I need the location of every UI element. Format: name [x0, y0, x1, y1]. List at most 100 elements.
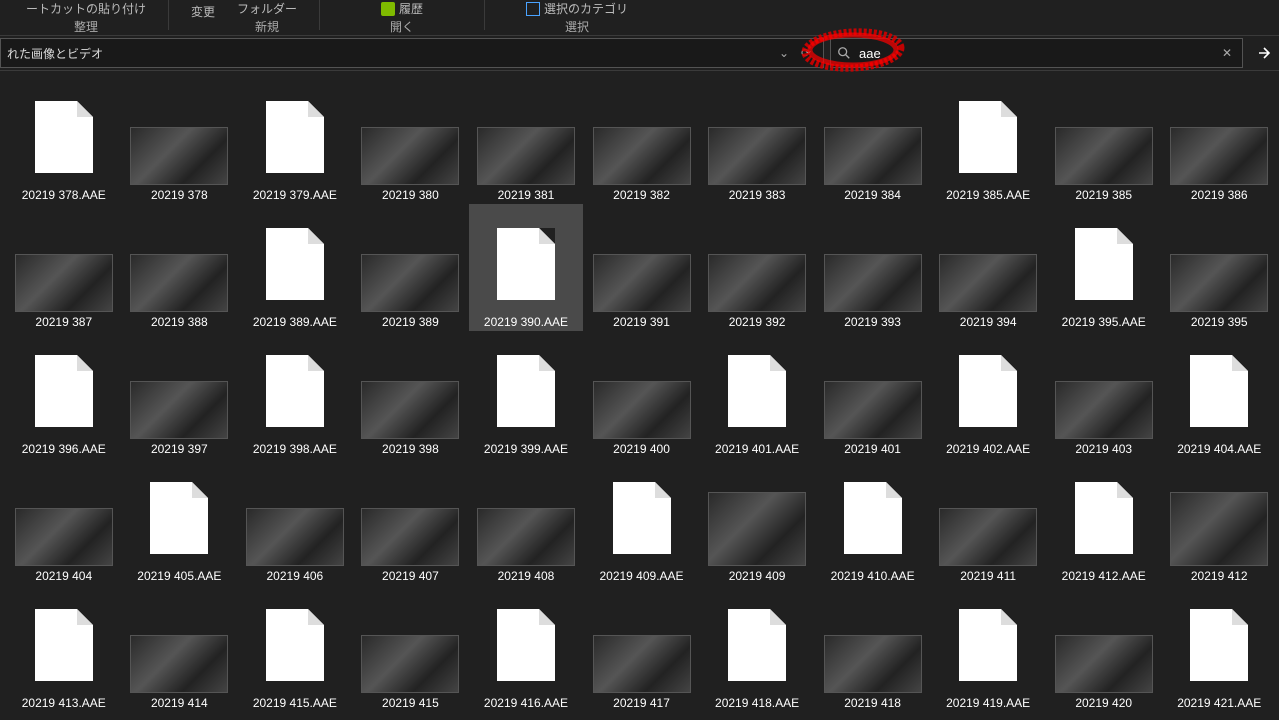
file-item[interactable]: 20219 398	[354, 331, 468, 458]
file-name: 20219 408	[498, 569, 555, 583]
file-item[interactable]: 20219 380	[354, 77, 468, 204]
file-item[interactable]: 20219 387	[7, 204, 121, 331]
file-item[interactable]: 20219 401	[816, 331, 930, 458]
file-item[interactable]: 20219 389	[354, 204, 468, 331]
file-item[interactable]: 20219 398.AAE	[238, 331, 352, 458]
file-item[interactable]: 20219 383	[700, 77, 814, 204]
file-name: 20219 394	[960, 315, 1017, 329]
file-item[interactable]: 20219 421.AAE	[1162, 585, 1276, 712]
ribbon-separator	[484, 0, 485, 30]
file-item[interactable]: 20219 381	[469, 77, 583, 204]
file-name: 20219 395.AAE	[1062, 315, 1146, 329]
ribbon-folder[interactable]: フォルダー	[237, 0, 297, 17]
ribbon-select-category[interactable]: 選択のカテゴリ	[526, 0, 628, 17]
file-item[interactable]: 20219 419.AAE	[931, 585, 1045, 712]
file-item[interactable]: 20219 404.AAE	[1162, 331, 1276, 458]
ribbon-paste-shortcut[interactable]: ートカットの貼り付け	[26, 0, 146, 17]
file-item[interactable]: 20219 409	[700, 458, 814, 585]
ribbon-history[interactable]: 履歴	[381, 0, 423, 17]
file-item[interactable]: 20219 412	[1162, 458, 1276, 585]
file-item[interactable]: 20219 408	[469, 458, 583, 585]
image-thumbnail	[593, 381, 691, 439]
file-item[interactable]: 20219 399.AAE	[469, 331, 583, 458]
file-item[interactable]: 20219 404	[7, 458, 121, 585]
file-name: 20219 417	[613, 696, 670, 710]
file-name: 20219 399.AAE	[484, 442, 568, 456]
address-bar[interactable]: れた画像とビデオ ⌄ ⟳	[0, 38, 824, 68]
file-name: 20219 404	[35, 569, 92, 583]
file-item[interactable]: 20219 378.AAE	[7, 77, 121, 204]
file-item[interactable]: 20219 413.AAE	[7, 585, 121, 712]
file-item[interactable]: 20219 397	[123, 331, 237, 458]
search-box[interactable]: ✕	[830, 38, 1243, 68]
file-item[interactable]: 20219 407	[354, 458, 468, 585]
file-name: 20219 420	[1075, 696, 1132, 710]
file-icon	[266, 609, 324, 681]
file-item[interactable]: 20219 411	[931, 458, 1045, 585]
file-item[interactable]: 20219 414	[123, 585, 237, 712]
file-item[interactable]: 20219 394	[931, 204, 1045, 331]
file-grid[interactable]: 20219 378.AAE20219 37820219 379.AAE20219…	[0, 71, 1279, 720]
file-item[interactable]: 20219 418.AAE	[700, 585, 814, 712]
image-thumbnail	[708, 254, 806, 312]
ribbon-change[interactable]: 変更	[191, 3, 215, 20]
file-item[interactable]: 20219 390.AAE	[469, 204, 583, 331]
file-item[interactable]: 20219 385	[1047, 77, 1161, 204]
file-icon	[728, 609, 786, 681]
file-name: 20219 384	[844, 188, 901, 202]
file-name: 20219 413.AAE	[22, 696, 106, 710]
file-icon	[1190, 609, 1248, 681]
file-name: 20219 401	[844, 442, 901, 456]
file-item[interactable]: 20219 412.AAE	[1047, 458, 1161, 585]
refresh-icon[interactable]: ⟳	[795, 46, 817, 60]
file-item[interactable]: 20219 416.AAE	[469, 585, 583, 712]
file-name: 20219 378	[151, 188, 208, 202]
file-item[interactable]: 20219 385.AAE	[931, 77, 1045, 204]
file-item[interactable]: 20219 410.AAE	[816, 458, 930, 585]
search-input[interactable]	[857, 45, 1218, 62]
chevron-down-icon[interactable]: ⌄	[773, 46, 795, 60]
file-item[interactable]: 20219 379.AAE	[238, 77, 352, 204]
file-item[interactable]: 20219 395	[1162, 204, 1276, 331]
file-name: 20219 400	[613, 442, 670, 456]
file-item[interactable]: 20219 386	[1162, 77, 1276, 204]
file-item[interactable]: 20219 384	[816, 77, 930, 204]
file-item[interactable]: 20219 409.AAE	[585, 458, 699, 585]
file-name: 20219 412	[1191, 569, 1248, 583]
file-item[interactable]: 20219 393	[816, 204, 930, 331]
file-item[interactable]: 20219 405.AAE	[123, 458, 237, 585]
file-item[interactable]: 20219 389.AAE	[238, 204, 352, 331]
file-item[interactable]: 20219 391	[585, 204, 699, 331]
file-item[interactable]: 20219 396.AAE	[7, 331, 121, 458]
address-bar-row: れた画像とビデオ ⌄ ⟳ ✕	[0, 35, 1279, 71]
file-item[interactable]: 20219 418	[816, 585, 930, 712]
file-item[interactable]: 20219 415.AAE	[238, 585, 352, 712]
file-item[interactable]: 20219 392	[700, 204, 814, 331]
image-thumbnail	[593, 127, 691, 185]
image-thumbnail	[593, 635, 691, 693]
search-go-button[interactable]	[1249, 38, 1279, 68]
ribbon-label-open: 開く	[390, 18, 414, 35]
file-item[interactable]: 20219 400	[585, 331, 699, 458]
image-thumbnail	[824, 635, 922, 693]
image-thumbnail	[1055, 127, 1153, 185]
file-item[interactable]: 20219 402.AAE	[931, 331, 1045, 458]
image-thumbnail	[593, 254, 691, 312]
file-item[interactable]: 20219 382	[585, 77, 699, 204]
file-item[interactable]: 20219 395.AAE	[1047, 204, 1161, 331]
file-item[interactable]: 20219 403	[1047, 331, 1161, 458]
file-name: 20219 392	[729, 315, 786, 329]
clear-search-icon[interactable]: ✕	[1218, 46, 1236, 60]
file-icon	[1190, 355, 1248, 427]
file-item[interactable]: 20219 420	[1047, 585, 1161, 712]
file-item[interactable]: 20219 388	[123, 204, 237, 331]
file-icon	[959, 101, 1017, 173]
file-item[interactable]: 20219 415	[354, 585, 468, 712]
image-thumbnail	[246, 508, 344, 566]
file-name: 20219 418.AAE	[715, 696, 799, 710]
file-item[interactable]: 20219 406	[238, 458, 352, 585]
ribbon-group-open: 履歴 開く	[324, 0, 480, 35]
file-item[interactable]: 20219 378	[123, 77, 237, 204]
file-item[interactable]: 20219 401.AAE	[700, 331, 814, 458]
file-item[interactable]: 20219 417	[585, 585, 699, 712]
